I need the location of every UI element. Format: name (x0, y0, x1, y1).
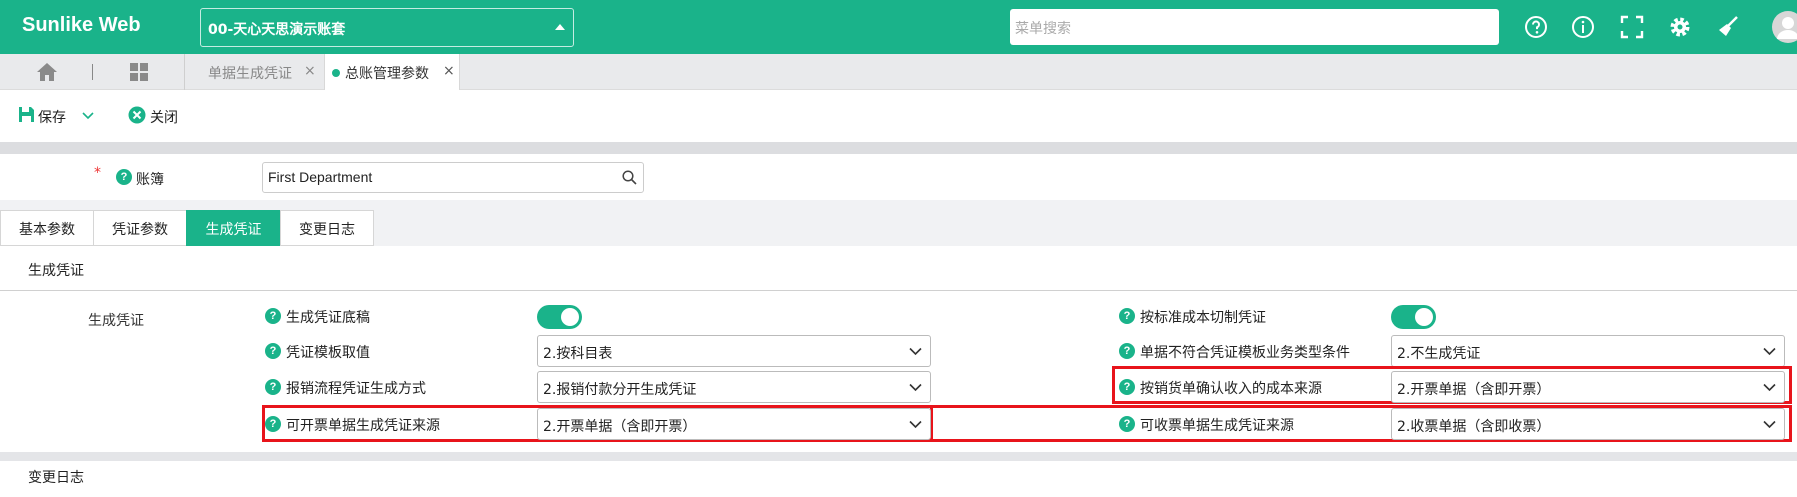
toolbar: 保存 关闭 (0, 90, 1797, 142)
field-label-invoiceable-source: 可开票单据生成凭证来源 (286, 418, 440, 434)
select-value: 2.按科目表 (543, 346, 613, 362)
change-log-title: 变更日志 (28, 470, 84, 486)
change-log-section: 变更日志 (0, 461, 1797, 497)
info-circle-icon[interactable] (1570, 14, 1596, 40)
select-value: 2.报销付款分开生成凭证 (543, 382, 697, 398)
chevron-down-icon[interactable] (82, 110, 94, 122)
tab-gl-parameters[interactable]: 总账管理参数 × (324, 54, 460, 90)
field-label-standard-cost: 按标准成本切制凭证 (1140, 310, 1266, 326)
tab-divider (92, 64, 93, 80)
account-book-row: * ? 账簿 First Department (0, 154, 1797, 200)
help-icon[interactable]: ? (1119, 416, 1135, 432)
required-marker: * (94, 165, 101, 181)
invoiceable-source-select[interactable]: 2.开票单据（含即开票） (537, 408, 931, 440)
standard-cost-toggle[interactable] (1391, 305, 1436, 329)
account-book-label: 账簿 (136, 172, 164, 188)
section-title: 生成凭证 (28, 263, 84, 279)
help-circle-icon[interactable] (1523, 14, 1549, 40)
chevron-down-icon (1763, 383, 1776, 392)
grid-apps-icon[interactable] (130, 63, 148, 81)
help-icon[interactable]: ? (265, 343, 281, 359)
close-circle-icon (128, 106, 146, 124)
account-book-value: First Department (268, 169, 373, 185)
search-icon[interactable] (622, 170, 637, 185)
select-value: 2.收票单据（含即收票） (1397, 419, 1551, 435)
template-mismatch-select[interactable]: 2.不生成凭证 (1391, 335, 1785, 367)
tab-divider (184, 54, 185, 90)
voucher-draft-toggle[interactable] (537, 305, 582, 329)
field-label-template-value: 凭证模板取值 (286, 345, 370, 361)
field-label-template-mismatch: 单据不符合凭证模板业务类型条件 (1140, 345, 1350, 361)
field-label-voucher-draft: 生成凭证底稿 (286, 310, 370, 326)
home-icon[interactable] (36, 62, 58, 82)
select-value: 2.开票单据（含即开票） (1397, 382, 1551, 398)
section-divider (0, 290, 1797, 291)
tab-generate-voucher[interactable]: 生成凭证 (186, 210, 281, 246)
tab-label: 总账管理参数 (345, 66, 429, 82)
tab-voucher-from-documents[interactable]: 单据生成凭证 (208, 63, 292, 83)
user-avatar-icon[interactable] (1771, 10, 1797, 44)
field-label-receivable-source: 可收票单据生成凭证来源 (1140, 418, 1294, 434)
chevron-down-icon (909, 347, 922, 356)
help-icon[interactable]: ? (1119, 308, 1135, 324)
close-button[interactable]: 关闭 (128, 106, 178, 128)
template-value-select[interactable]: 2.按科目表 (537, 335, 931, 367)
top-header: Sunlike Web 00-天心天思演示账套 菜单搜索 (0, 0, 1797, 54)
chevron-down-icon (909, 383, 922, 392)
save-label: 保存 (38, 110, 66, 126)
tab-close-icon[interactable]: × (304, 63, 316, 79)
tab-basic-parameters[interactable]: 基本参数 (0, 210, 94, 246)
account-selector[interactable]: 00-天心天思演示账套 (200, 8, 574, 47)
tab-strip: 单据生成凭证 × 总账管理参数 × (0, 54, 1797, 90)
divider-strip (0, 142, 1797, 154)
fullscreen-icon[interactable] (1619, 14, 1645, 40)
chevron-down-icon (909, 420, 922, 429)
cost-source-select[interactable]: 2.开票单据（含即开票） (1391, 371, 1785, 403)
help-icon[interactable]: ? (265, 379, 281, 395)
save-button[interactable]: 保存 (18, 106, 94, 128)
select-value: 2.不生成凭证 (1397, 346, 1481, 362)
tab-close-icon[interactable]: × (443, 63, 455, 79)
select-value: 2.开票单据（含即开票） (543, 419, 697, 435)
help-icon[interactable]: ? (265, 416, 281, 432)
help-icon[interactable]: ? (1119, 343, 1135, 359)
help-icon[interactable]: ? (1119, 379, 1135, 395)
menu-search-input[interactable]: 菜单搜索 (1010, 9, 1499, 45)
help-icon[interactable]: ? (116, 169, 132, 185)
save-disk-icon (19, 107, 34, 122)
field-label-cost-source: 按销货单确认收入的成本来源 (1140, 381, 1322, 397)
divider-strip (0, 452, 1797, 461)
generate-voucher-panel: 生成凭证 生成凭证 ? 生成凭证底稿 ? 凭证模板取值 2.按科目表 ? 报销流… (0, 246, 1797, 452)
group-label: 生成凭证 (88, 313, 144, 329)
brand-logo: Sunlike Web (22, 14, 141, 36)
tab-voucher-parameters[interactable]: 凭证参数 (93, 210, 187, 246)
active-tab-dot (332, 69, 340, 77)
account-selector-value: 00-天心天思演示账套 (208, 22, 346, 38)
tab-change-log[interactable]: 变更日志 (280, 210, 374, 246)
help-icon[interactable]: ? (265, 308, 281, 324)
broom-icon[interactable] (1715, 14, 1741, 40)
chevron-down-icon (1763, 347, 1776, 356)
reimbursement-method-select[interactable]: 2.报销付款分开生成凭证 (537, 371, 931, 403)
field-label-reimbursement-method: 报销流程凭证生成方式 (286, 381, 426, 397)
close-label: 关闭 (150, 110, 178, 126)
chevron-down-icon (1763, 420, 1776, 429)
receivable-source-select[interactable]: 2.收票单据（含即收票） (1391, 408, 1785, 440)
caret-up-icon (555, 24, 565, 30)
account-book-input[interactable]: First Department (262, 162, 644, 193)
gear-icon[interactable] (1667, 14, 1693, 40)
